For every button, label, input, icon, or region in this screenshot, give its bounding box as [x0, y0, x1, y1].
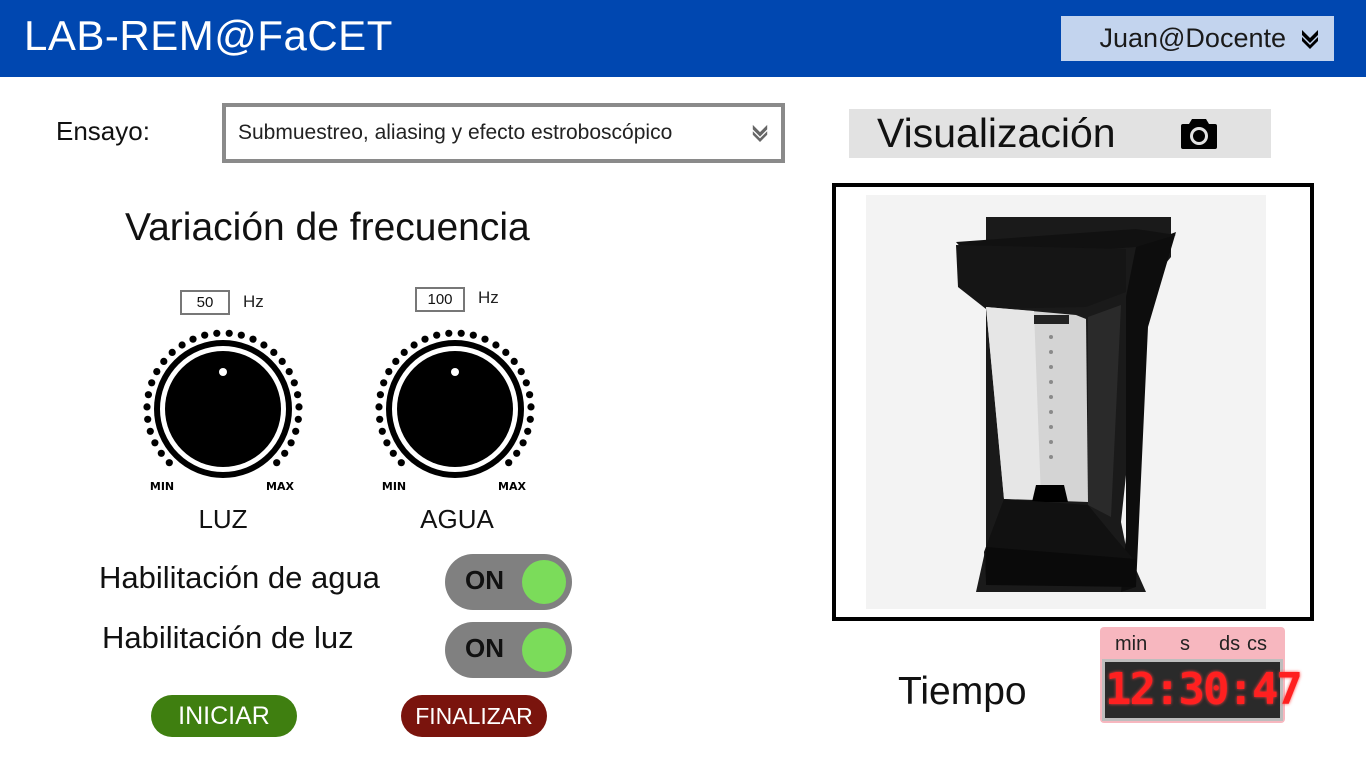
chevron-down-icon — [752, 124, 768, 142]
luz-frequency-knob[interactable]: MIN MAX — [138, 326, 308, 496]
toggle-state-text: ON — [465, 565, 504, 595]
water-enable-label: Habilitación de agua — [99, 560, 380, 595]
toggle-knob — [522, 560, 566, 604]
timer-unit-centiseconds: cs — [1247, 633, 1267, 655]
timer-display: min s ds cs 12:30:47 — [1100, 627, 1303, 723]
knob-max-label: MAX — [266, 480, 294, 493]
user-name: Juan@Docente — [1099, 23, 1286, 53]
camera-view — [832, 183, 1314, 621]
luz-frequency-unit: Hz — [243, 292, 264, 311]
knob-min-label: MIN — [382, 480, 406, 493]
agua-knob-label: AGUA — [420, 504, 494, 534]
timer-unit-minutes: min — [1115, 633, 1148, 655]
timer-digits: 12:30:47 — [1105, 664, 1303, 715]
strobe-device-image — [866, 195, 1266, 609]
stop-button[interactable]: FINALIZAR — [401, 695, 547, 737]
experiment-label: Ensayo: — [56, 116, 150, 146]
visualization-title: Visualización — [877, 110, 1116, 156]
luz-knob-label: LUZ — [198, 504, 248, 534]
agua-frequency-unit: Hz — [478, 288, 499, 307]
light-enable-label: Habilitación de luz — [102, 620, 354, 655]
water-enable-toggle[interactable]: ON — [445, 554, 572, 610]
knob-max-label: MAX — [498, 480, 526, 493]
timer-unit-deciseconds: ds — [1219, 633, 1241, 655]
agua-frequency-input[interactable]: 100 — [415, 287, 465, 312]
timer-screen: 12:30:47 — [1102, 659, 1303, 721]
start-button[interactable]: INICIAR — [151, 695, 297, 737]
experiment-selected-value: Submuestreo, aliasing y efecto estrobosc… — [238, 121, 673, 144]
chevron-down-icon — [1302, 29, 1318, 49]
visualization-header: Visualización — [849, 109, 1271, 158]
toggle-knob — [522, 628, 566, 672]
timer-unit-seconds: s — [1180, 633, 1190, 655]
luz-frequency-input[interactable]: 50 — [180, 290, 230, 315]
camera-icon[interactable] — [1180, 116, 1218, 150]
knob-min-label: MIN — [150, 480, 174, 493]
user-menu-dropdown[interactable]: Juan@Docente — [1061, 16, 1334, 61]
agua-frequency-knob[interactable]: MIN MAX — [370, 326, 540, 496]
toggle-state-text: ON — [465, 633, 504, 663]
app-header: LAB-REM@FaCET Juan@Docente — [0, 0, 1366, 77]
experiment-select[interactable]: Submuestreo, aliasing y efecto estrobosc… — [222, 103, 785, 163]
time-label: Tiempo — [898, 670, 1027, 713]
app-title: LAB-REM@FaCET — [24, 12, 393, 59]
frequency-section-title: Variación de frecuencia — [125, 206, 530, 249]
light-enable-toggle[interactable]: ON — [445, 622, 572, 678]
